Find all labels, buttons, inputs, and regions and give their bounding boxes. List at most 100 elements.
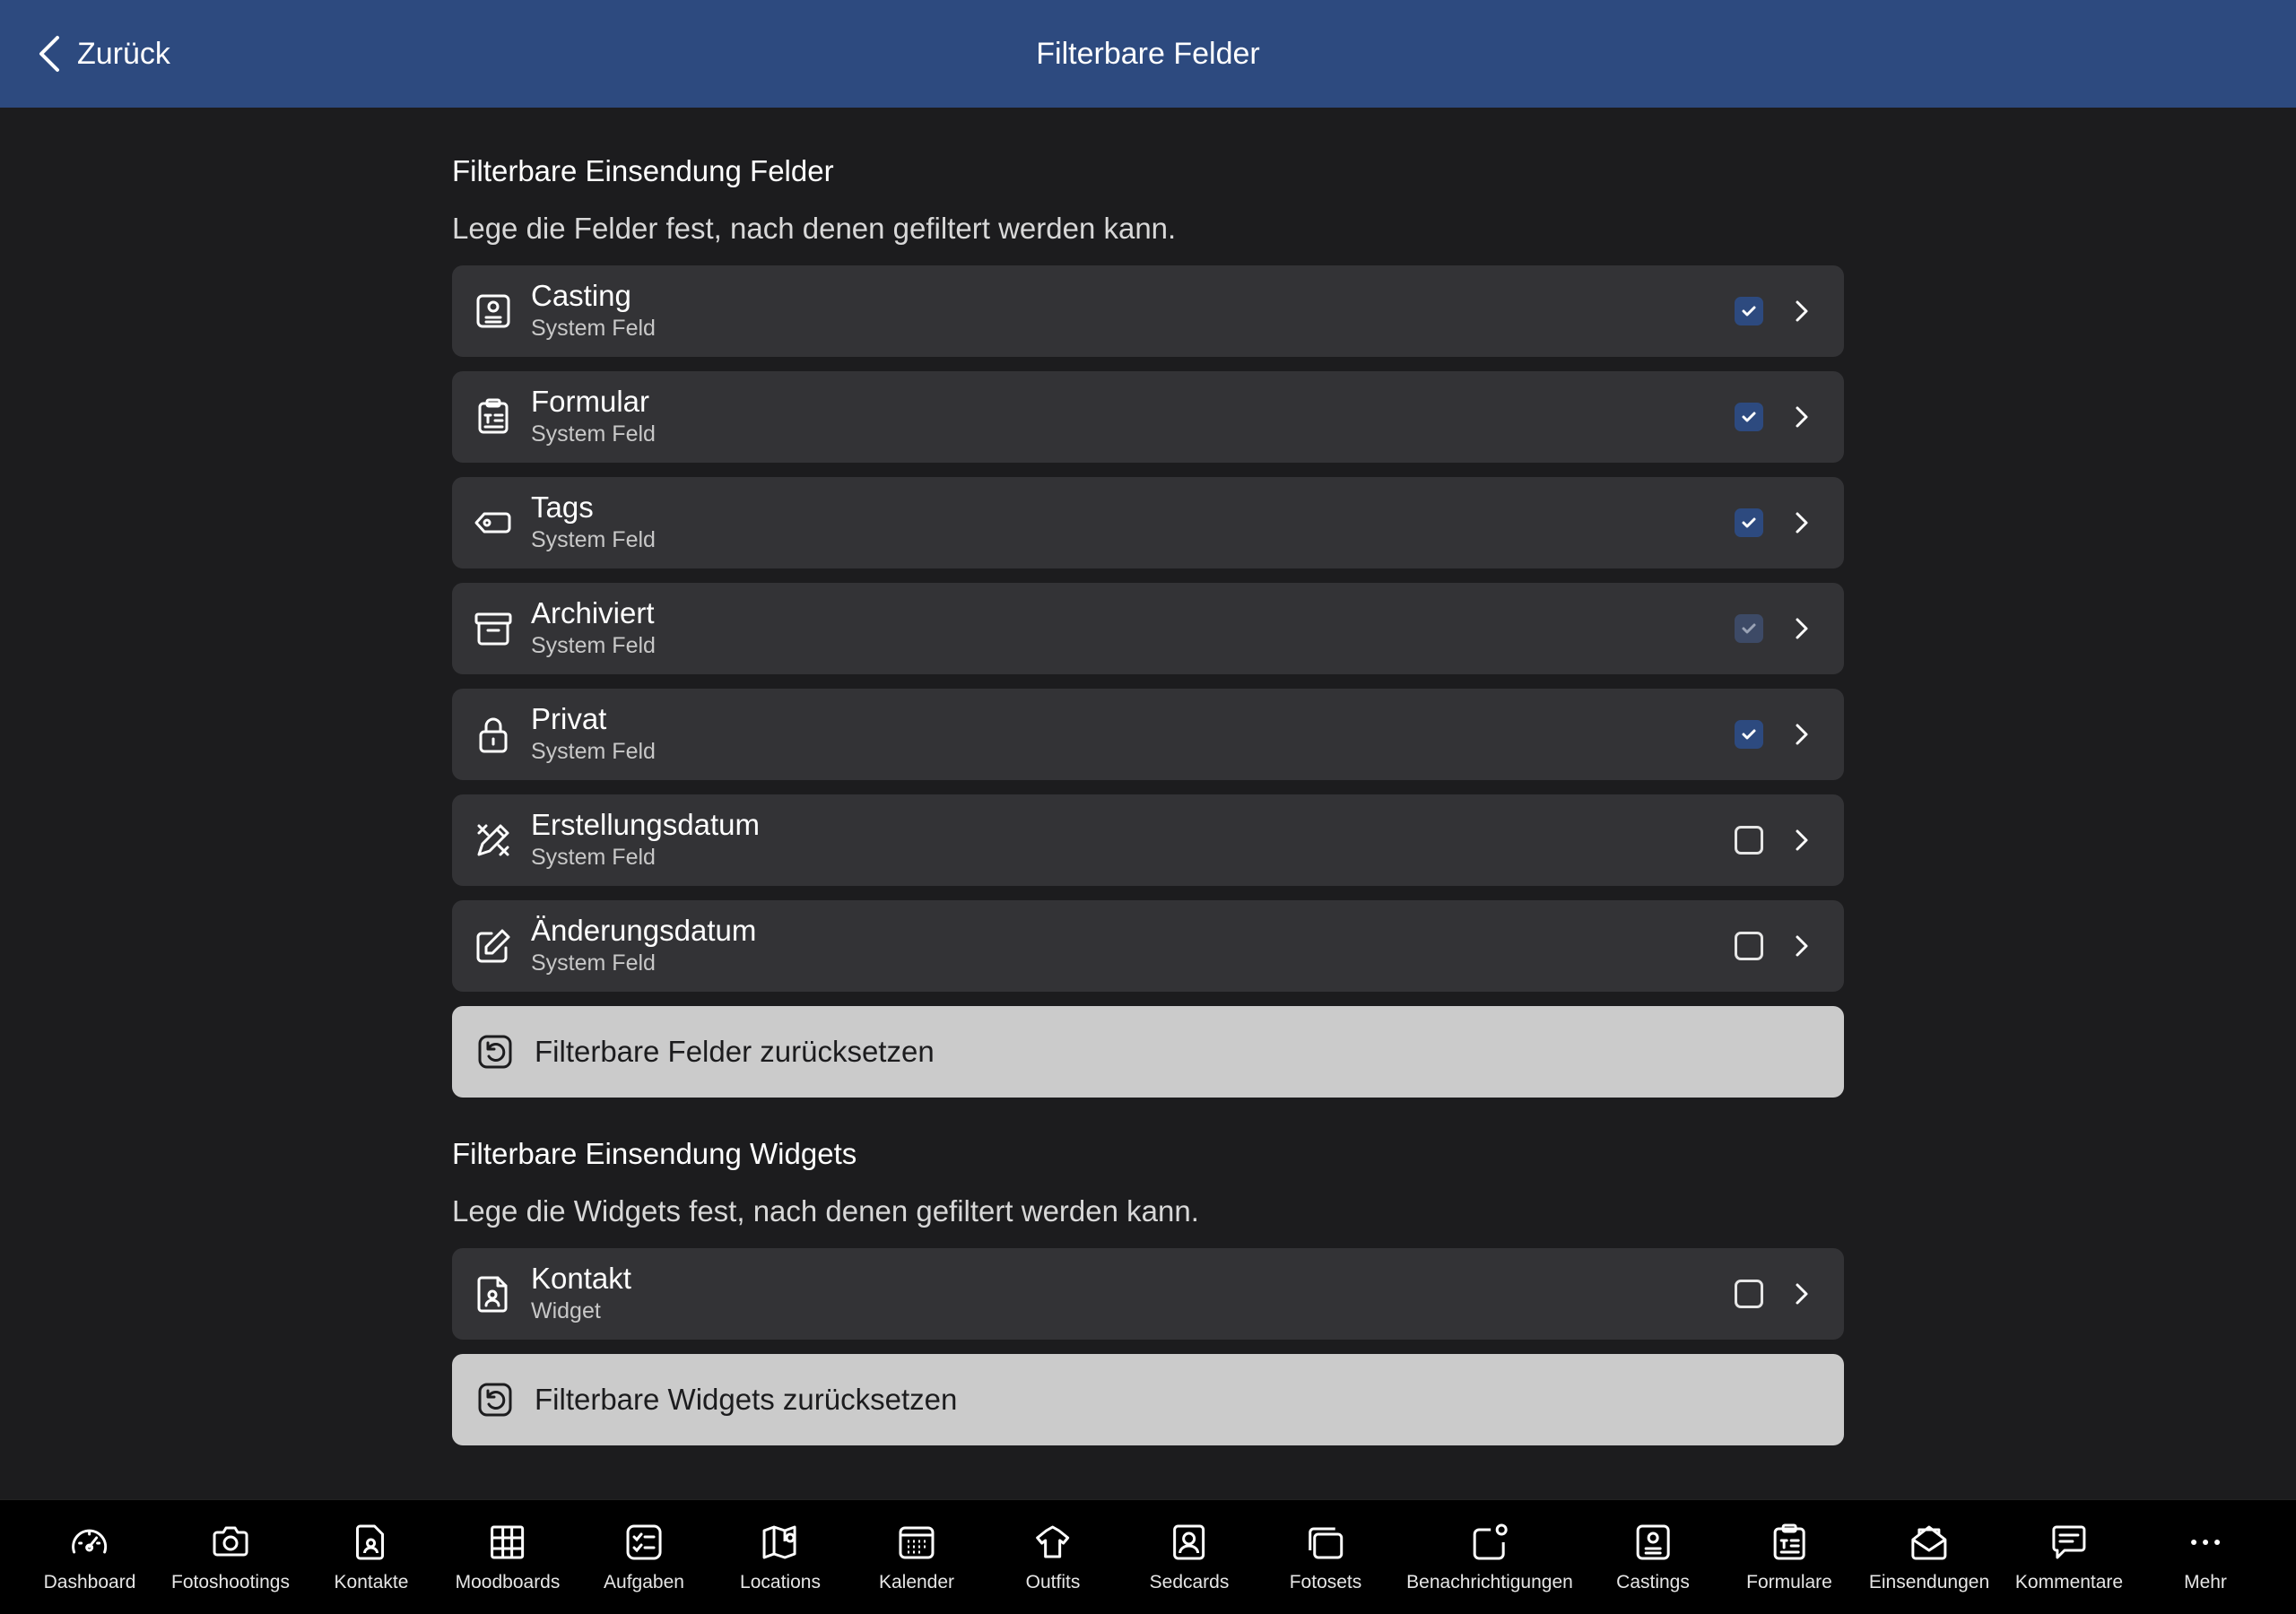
field-subtitle: System Feld — [531, 845, 656, 870]
field-row-erstellungsdatum[interactable]: Erstellungsdatum System Feld — [452, 794, 1844, 886]
camera-icon — [213, 1526, 248, 1557]
more-icon — [2190, 1540, 2220, 1545]
tab-fotoshootings[interactable]: Fotoshootings — [171, 1500, 290, 1614]
field-subtitle: System Feld — [531, 527, 656, 552]
casting-icon — [472, 290, 515, 333]
tab-fotosets[interactable]: Fotosets — [1290, 1500, 1361, 1614]
checkmark-icon — [1742, 306, 1756, 317]
back-label: Zurück — [77, 36, 170, 71]
contact-file-icon — [472, 1272, 515, 1315]
field-title: Erstellungsdatum — [531, 808, 760, 841]
chevron-right-icon — [1796, 935, 1808, 957]
reset-icon — [478, 1035, 512, 1069]
page-title: Filterbare Felder — [1036, 36, 1260, 71]
reset-fields-label: Filterbare Felder zurücksetzen — [535, 1035, 935, 1068]
widgets-section-description: Lege die Widgets fest, nach denen gefilt… — [452, 1194, 1199, 1228]
field-title: Formular — [531, 385, 650, 418]
field-checkbox-archiviert[interactable] — [1735, 614, 1763, 643]
widget-subtitle: Widget — [531, 1298, 601, 1323]
field-title: Casting — [531, 279, 631, 312]
notification-icon — [1473, 1523, 1508, 1560]
checkmark-icon — [1742, 623, 1756, 634]
bottom-tab-bar: Dashboard Fotoshootings Kontakte Moodboa… — [0, 1499, 2296, 1614]
map-icon — [762, 1525, 796, 1559]
widget-title: Kontakt — [531, 1262, 631, 1295]
calendar-icon — [899, 1526, 935, 1559]
tab-sedcards[interactable]: Sedcards — [1150, 1500, 1229, 1614]
checkmark-icon — [1742, 412, 1756, 422]
edit-icon — [472, 924, 515, 968]
contact-file-icon — [356, 1524, 385, 1560]
field-title: Tags — [531, 490, 594, 524]
tag-icon — [472, 501, 515, 544]
back-button[interactable]: Zurück — [34, 27, 170, 81]
fields-section-description: Lege die Felder fest, nach denen gefilte… — [452, 212, 1177, 245]
pencil-ruler-icon — [472, 819, 515, 862]
comment-icon — [2052, 1525, 2086, 1559]
tab-outfits[interactable]: Outfits — [1026, 1500, 1080, 1614]
tab-kalender[interactable]: Kalender — [879, 1500, 954, 1614]
field-checkbox-privat[interactable] — [1735, 720, 1763, 749]
tab-moodboards[interactable]: Moodboards — [456, 1500, 560, 1614]
tab-castings[interactable]: Castings — [1616, 1500, 1690, 1614]
field-row-archiviert[interactable]: Archiviert System Feld — [452, 583, 1844, 674]
tab-mehr[interactable]: Mehr — [2184, 1500, 2227, 1614]
field-checkbox-aenderungsdatum[interactable] — [1735, 932, 1763, 960]
photos-icon — [1309, 1527, 1344, 1559]
fields-section-title: Filterbare Einsendung Felder — [452, 154, 834, 187]
field-title: Änderungsdatum — [531, 914, 757, 947]
chevron-right-icon — [1796, 1283, 1808, 1305]
chevron-left-icon — [39, 36, 59, 72]
chevron-right-icon — [1796, 406, 1808, 428]
nav-header: Zurück Filterbare Felder — [0, 0, 2296, 108]
tab-benachrichtigungen[interactable]: Benachrichtigungen — [1406, 1500, 1573, 1614]
tab-kommentare[interactable]: Kommentare — [2015, 1500, 2123, 1614]
checklist-icon — [626, 1524, 662, 1560]
field-row-formular[interactable]: Formular System Feld — [452, 371, 1844, 463]
field-checkbox-formular[interactable] — [1735, 403, 1763, 431]
tab-aufgaben[interactable]: Aufgaben — [604, 1500, 684, 1614]
speedometer-icon — [72, 1529, 108, 1554]
field-subtitle: System Feld — [531, 316, 656, 341]
widget-row-kontakt[interactable]: Kontakt Widget — [452, 1248, 1844, 1340]
chevron-right-icon — [1796, 512, 1808, 534]
reset-widgets-button[interactable]: Filterbare Widgets zurücksetzen — [452, 1354, 1844, 1445]
tab-kontakte[interactable]: Kontakte — [335, 1500, 408, 1614]
hanger-icon — [1036, 1525, 1070, 1558]
field-row-aenderungsdatum[interactable]: Änderungsdatum System Feld — [452, 900, 1844, 992]
field-title: Privat — [531, 702, 607, 735]
field-checkbox-erstellungsdatum[interactable] — [1735, 826, 1763, 855]
widget-checkbox-kontakt[interactable] — [1735, 1280, 1763, 1308]
field-subtitle: System Feld — [531, 633, 656, 658]
field-subtitle: System Feld — [531, 739, 656, 764]
clipboard-icon — [472, 395, 515, 438]
field-row-casting[interactable]: Casting System Feld — [452, 265, 1844, 357]
portrait-icon — [1173, 1524, 1205, 1560]
widgets-section-title: Filterbare Einsendung Widgets — [452, 1137, 857, 1170]
tab-einsendungen[interactable]: Einsendungen — [1869, 1500, 1989, 1614]
chevron-right-icon — [1796, 618, 1808, 639]
tab-formulare[interactable]: Formulare — [1746, 1500, 1832, 1614]
field-subtitle: System Feld — [531, 950, 656, 976]
lock-icon — [472, 713, 515, 756]
field-checkbox-casting[interactable] — [1735, 297, 1763, 325]
reset-widgets-label: Filterbare Widgets zurücksetzen — [535, 1383, 958, 1416]
grid-icon — [491, 1525, 525, 1559]
field-subtitle: System Feld — [531, 421, 656, 447]
field-row-privat[interactable]: Privat System Feld — [452, 689, 1844, 780]
reset-icon — [478, 1383, 512, 1417]
checkmark-icon — [1742, 729, 1756, 740]
checkmark-icon — [1742, 517, 1756, 528]
field-checkbox-tags[interactable] — [1735, 508, 1763, 537]
chevron-right-icon — [1796, 300, 1808, 322]
field-row-tags[interactable]: Tags System Feld — [452, 477, 1844, 568]
tab-locations[interactable]: Locations — [740, 1500, 821, 1614]
chevron-right-icon — [1796, 829, 1808, 851]
reset-fields-button[interactable]: Filterbare Felder zurücksetzen — [452, 1006, 1844, 1098]
field-title: Archiviert — [531, 596, 655, 629]
archive-icon — [472, 607, 515, 650]
casting-icon — [1636, 1524, 1670, 1560]
chevron-right-icon — [1796, 724, 1808, 745]
clipboard-icon — [1773, 1523, 1805, 1560]
tab-dashboard[interactable]: Dashboard — [44, 1500, 135, 1614]
